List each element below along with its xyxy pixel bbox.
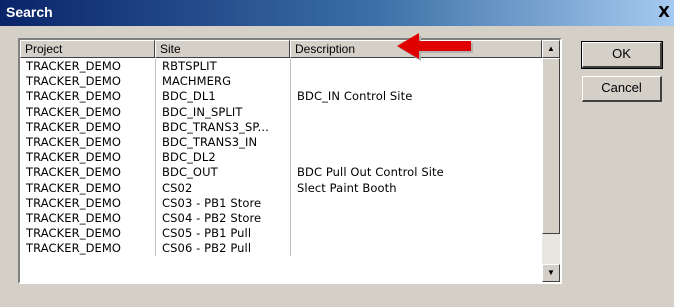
cell-site: CS04 - PB2 Store [155,210,290,227]
table-row[interactable]: TRACKER_DEMO BDC_OUT BDC Pull Out Control … [20,165,542,181]
cell-description [290,134,542,151]
cell-description [290,195,542,211]
cell-description [290,104,542,120]
title-bar[interactable]: Search X [0,0,674,26]
table-row[interactable]: TRACKER_DEMO CS03 - PB1 Store [20,195,542,211]
scroll-thumb[interactable] [542,58,560,234]
cell-site: BDC_TRANS3_SP... [155,119,290,135]
cell-project: TRACKER_DEMO [26,74,122,89]
table-row[interactable]: TRACKER_DEMO BDC_IN_SPLIT [20,104,542,120]
search-dialog: Search X Project Site Description TRACKE… [0,0,674,307]
scroll-down-icon[interactable]: ▼ [542,264,560,282]
close-icon[interactable]: X [656,5,672,21]
results-list[interactable]: Project Site Description TRACKER_DEMO RBT… [18,38,562,284]
cell-project: TRACKER_DEMO [26,226,122,241]
cell-site: RBTSPLIT [155,59,290,75]
table-row[interactable]: TRACKER_DEMO CS05 - PB1 Pull [20,226,542,242]
column-header-project[interactable]: Project [20,40,155,58]
table-row[interactable]: TRACKER_DEMO BDC_TRANS3_IN [20,134,542,151]
cell-project: TRACKER_DEMO [26,210,122,225]
cell-project: TRACKER_DEMO [26,165,122,180]
red-arrow-icon [397,33,473,61]
cancel-button[interactable]: Cancel [582,76,662,102]
window-title: Search [6,4,53,20]
cell-site: BDC_OUT [155,165,290,181]
cell-site: BDC_DL2 [155,150,290,166]
cell-site: CS03 - PB1 Store [155,195,290,211]
cell-description: BDC Pull Out Control Site [290,165,542,181]
cell-project: TRACKER_DEMO [26,150,122,165]
cell-project: TRACKER_DEMO [26,59,122,73]
cell-description [290,59,542,75]
cell-site: BDC_DL1 [155,89,290,105]
scroll-up-icon[interactable]: ▲ [542,40,560,58]
cell-description: BDC_IN Control Site [290,89,542,105]
cell-project: TRACKER_DEMO [26,89,122,104]
cell-description [290,150,542,166]
table-row[interactable]: TRACKER_DEMO CS04 - PB2 Store [20,210,542,227]
cell-site: CS06 - PB2 Pull [155,241,290,257]
cell-description [290,119,542,135]
cell-site: CS02 [155,180,290,196]
cell-project: TRACKER_DEMO [26,180,122,195]
cell-description [290,74,542,90]
table-row[interactable]: TRACKER_DEMO BDC_DL2 [20,150,542,166]
cell-site: CS05 - PB1 Pull [155,226,290,242]
cell-project: TRACKER_DEMO [26,241,122,256]
cell-project: TRACKER_DEMO [26,195,122,210]
table-row[interactable]: TRACKER_DEMO BDC_TRANS3_SP... [20,119,542,135]
vertical-scrollbar[interactable]: ▲ ▼ [542,40,560,282]
cell-project: TRACKER_DEMO [26,104,122,119]
table-row[interactable]: TRACKER_DEMO CS06 - PB2 Pull [20,241,542,257]
table-row[interactable]: TRACKER_DEMO RBTSPLIT [20,59,542,75]
cell-site: BDC_TRANS3_IN [155,134,290,151]
cell-site: BDC_IN_SPLIT [155,104,290,120]
cell-description [290,226,542,242]
table-row[interactable]: TRACKER_DEMO BDC_DL1 BDC_IN Control Site [20,89,542,105]
ok-button[interactable]: OK [581,41,663,69]
cell-site: MACHMERG [155,74,290,90]
table-row[interactable]: TRACKER_DEMO CS02 Slect Paint Booth [20,180,542,196]
table-row[interactable]: TRACKER_DEMO MACHMERG [20,74,542,90]
cell-description [290,210,542,227]
column-header-site[interactable]: Site [155,40,290,58]
cell-project: TRACKER_DEMO [26,134,122,149]
list-rows: TRACKER_DEMO RBTSPLIT TRACKER_DEMO MACHMERG… [20,59,542,257]
cell-description [290,241,542,257]
cell-description: Slect Paint Booth [290,180,542,196]
cell-project: TRACKER_DEMO [26,119,122,134]
